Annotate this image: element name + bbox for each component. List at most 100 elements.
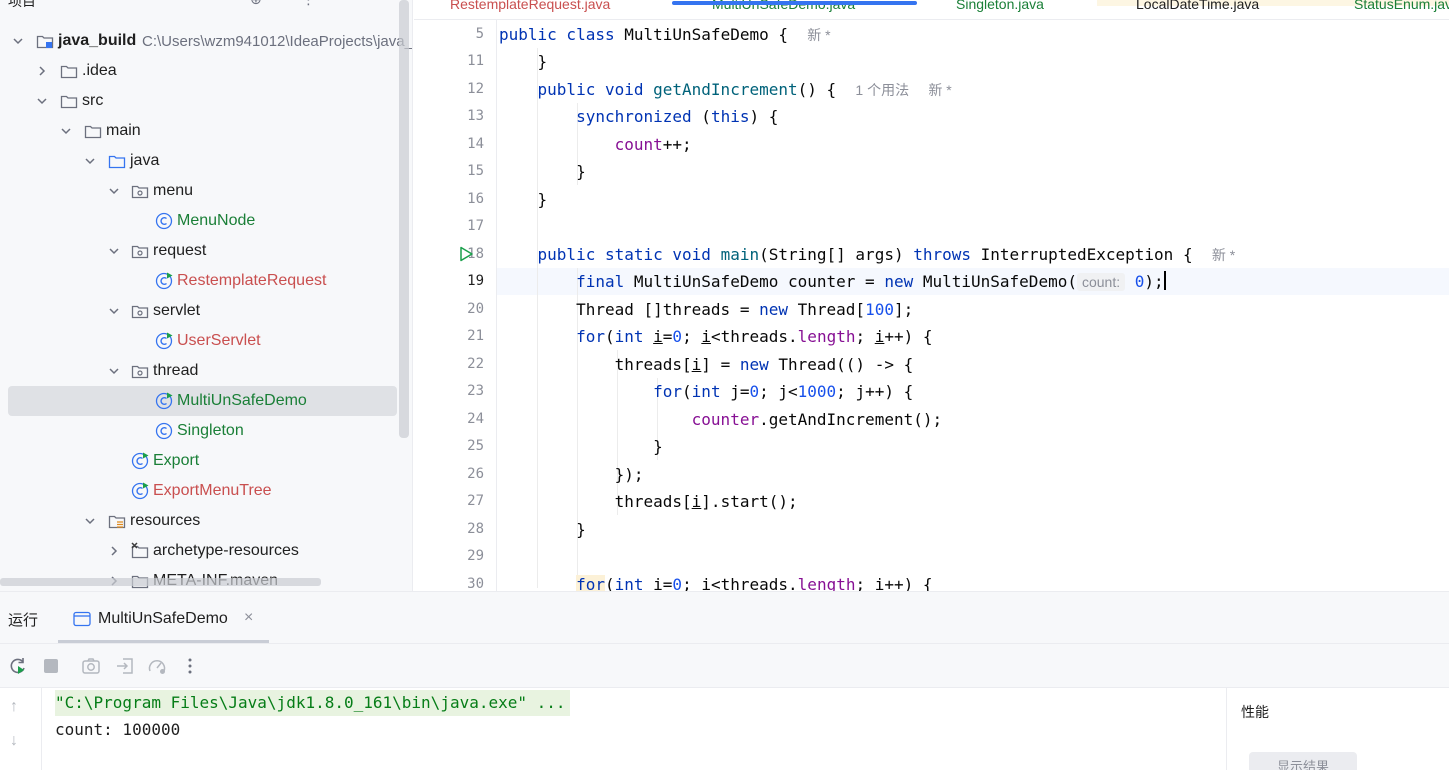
new-hint[interactable]: 新 * [928,82,951,98]
tree-item-request[interactable]: request [0,236,400,266]
run-tab-multiunsafedemo[interactable]: MultiUnSafeDemo × [58,600,269,644]
tree-item-servlet[interactable]: servlet [0,296,400,326]
code-token: int [691,382,731,401]
code-line-30[interactable]: for(int i=0; i<threads.length; i++) { [499,571,933,591]
code-line-27[interactable]: threads[i].start(); [499,488,798,515]
tree-item-label: .idea [82,62,117,79]
code-token: ] = [701,355,740,374]
console-output[interactable]: "C:\Program Files\Java\jdk1.8.0_161\bin\… [42,688,1226,770]
stop-icon[interactable] [41,656,61,676]
tree-item-archetype-resources[interactable]: archetype-resources [0,536,400,566]
runnable-class-icon [131,452,149,470]
more-icon[interactable] [180,656,200,676]
tree-item-java-build[interactable]: java_build C:\Users\wzm941012\IdeaProjec… [0,26,412,56]
code-line-5[interactable]: public class MultiUnSafeDemo { 新 * [499,21,831,48]
code-token: ( [682,382,692,401]
code-editor[interactable]: RestemplateRequest.java MultiUnSafeDemo.… [414,0,1449,591]
chevron-down-icon[interactable] [12,35,24,47]
chevron-down-icon[interactable] [108,365,120,377]
tree-horizontal-scrollbar[interactable] [0,578,321,586]
code-line-24[interactable]: counter.getAndIncrement(); [499,406,942,433]
code-line-18[interactable]: public static void main(String[] args) t… [499,241,1236,268]
tab-statusenum[interactable]: StatusEnum.java [1354,0,1449,12]
line-number: 13 [467,108,484,124]
code-line-14[interactable]: count++; [499,131,692,158]
tree-item-label: UserServlet [177,332,261,349]
line-number: 24 [467,411,484,427]
code-line-15[interactable]: } [499,158,586,185]
code-token: i [874,327,885,346]
run-main-icon[interactable] [458,246,474,262]
tree-item-menu[interactable]: menu [0,176,400,206]
class-icon [155,422,173,440]
tree-item-export[interactable]: Export [0,446,400,476]
tab-localdatetime[interactable]: LocalDateTime.java [1136,0,1259,12]
module-folder-icon [36,32,54,50]
screenshot-icon[interactable] [81,656,101,676]
tab-restemplaterequest[interactable]: RestemplateRequest.java [450,0,610,12]
chevron-down-icon[interactable] [84,155,96,167]
arrow-up-icon[interactable]: ↑ [10,698,26,715]
code-line-23[interactable]: for(int j=0; j<1000; j++) { [499,378,913,405]
tree-item-java[interactable]: java [0,146,400,176]
code-line-16[interactable]: } [499,186,548,213]
chevron-right-icon[interactable] [108,545,120,557]
usages-hint[interactable]: 1 个用法 [855,82,909,98]
chevron-right-icon[interactable] [36,65,48,77]
tree-vertical-scrollbar[interactable] [399,0,409,438]
code-token: } [576,520,586,539]
tab-singleton[interactable]: Singleton.java [956,0,1044,12]
project-tool-window: 项目 ⊕⌃⋮ java_build C:\Users\wzm941012\Ide… [0,0,413,591]
code-line-26[interactable]: }); [499,461,644,488]
code-line-11[interactable]: } [499,48,548,75]
package-icon [131,362,149,380]
tree-item-menunode[interactable]: MenuNode [0,206,400,236]
tree-item-idea[interactable]: .idea [0,56,400,86]
chevron-down-icon[interactable] [108,305,120,317]
tree-item-label: Singleton [177,422,244,439]
chevron-down-icon[interactable] [36,95,48,107]
line-number: 30 [467,576,484,591]
code-token: Thread []threads = [576,300,760,319]
tree-item-singleton[interactable]: Singleton [0,416,400,446]
line-number: 27 [467,493,484,509]
tree-item-exportmenutree[interactable]: ExportMenuTree [0,476,400,506]
new-hint[interactable]: 新 * [1212,247,1235,263]
run-panel-title: 运行 [8,612,39,629]
tree-item-multiunsafedemo[interactable]: MultiUnSafeDemo [8,386,397,416]
show-results-button[interactable]: 显示结果 [1249,752,1357,770]
code-line-28[interactable]: } [499,516,586,543]
tree-item-main[interactable]: main [0,116,400,146]
tree-item-label: main [106,122,141,139]
chevron-down-icon[interactable] [84,515,96,527]
arrow-down-icon[interactable]: ↓ [10,732,26,749]
tree-item-label: ExportMenuTree [153,482,272,499]
tree-item-userservlet[interactable]: UserServlet [0,326,400,356]
chevron-down-icon[interactable] [108,245,120,257]
code-line-20[interactable]: Thread []threads = new Thread[100]; [499,296,913,323]
new-hint[interactable]: 新 * [807,27,830,43]
tree-item-resources[interactable]: resources [0,506,400,536]
code-line-25[interactable]: } [499,433,663,460]
module-path: C:\Users\wzm941012\IdeaProjects\java_bui… [142,33,412,50]
rerun-icon[interactable] [8,656,28,676]
close-icon[interactable]: × [244,609,253,627]
code-line-19[interactable]: final MultiUnSafeDemo counter = new Mult… [499,268,1166,295]
code-line-22[interactable]: threads[i] = new Thread(() -> { [499,351,914,378]
code-token: } [576,162,586,181]
console-command-line[interactable]: "C:\Program Files\Java\jdk1.8.0_161\bin\… [55,690,570,716]
tree-item-src[interactable]: src [0,86,400,116]
code-line-13[interactable]: synchronized (this) { [499,103,778,130]
export-icon[interactable] [115,656,135,676]
coverage-icon[interactable] [147,656,167,676]
chevron-down-icon[interactable] [108,185,120,197]
code-token: ; j< [759,382,798,401]
code-token: new [884,272,923,291]
code-line-21[interactable]: for(int i=0; i<threads.length; i++) { [499,323,932,350]
tree-item-thread[interactable]: thread [0,356,400,386]
code-line-12[interactable]: public void getAndIncrement() { 1 个用法 新 … [499,76,952,103]
tree-item-label: MenuNode [177,212,256,229]
chevron-down-icon[interactable] [60,125,72,137]
tree-item-restemplaterequest[interactable]: RestemplateRequest [0,266,400,296]
project-panel-actions[interactable]: ⊕⌃⋮ [250,0,329,8]
